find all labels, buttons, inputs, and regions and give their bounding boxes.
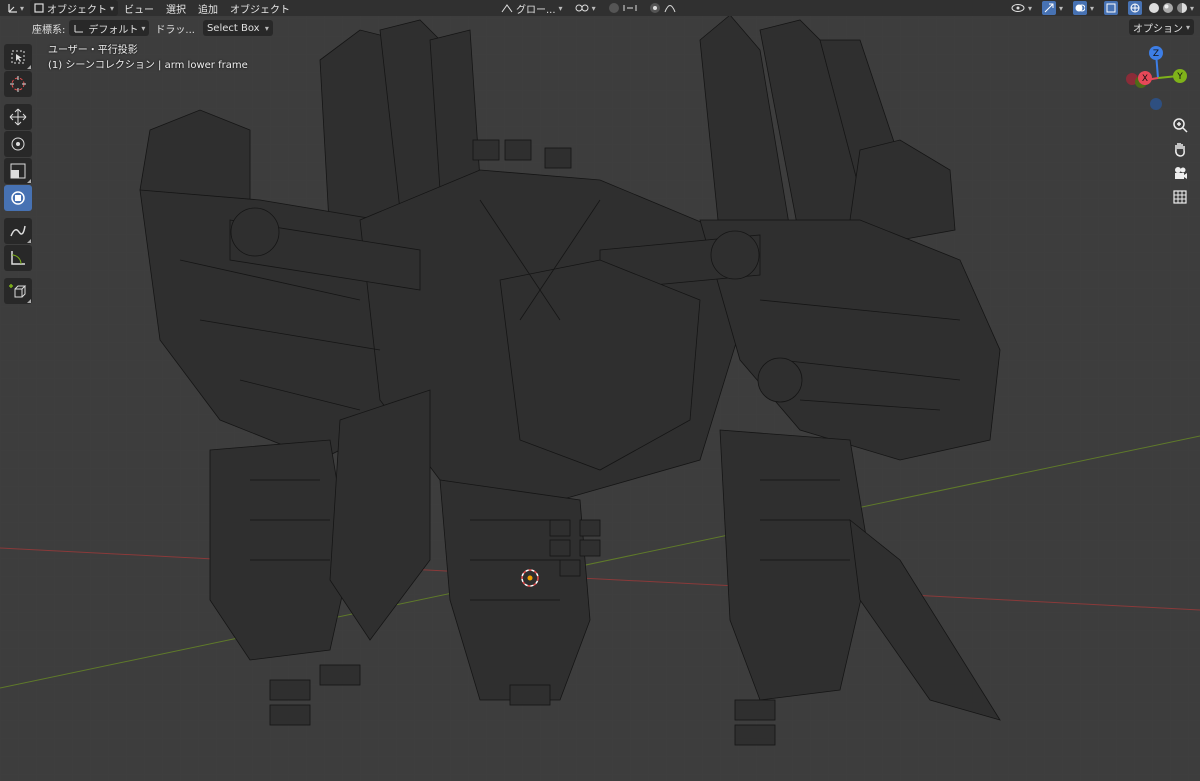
overlay-icon	[1072, 1, 1087, 15]
3d-viewport[interactable]	[0, 0, 1200, 781]
shading-wireframe[interactable]	[1124, 0, 1146, 16]
menu-view[interactable]: ビュー	[118, 0, 160, 16]
tool-transform[interactable]	[4, 185, 32, 211]
tool-add-cube[interactable]	[4, 278, 32, 304]
chevron-down-icon: ▾	[1027, 3, 1032, 13]
tool-rotate[interactable]	[4, 131, 32, 157]
measure-icon	[11, 251, 25, 265]
navigation-buttons	[1169, 114, 1191, 208]
gizmo-neg-z-handle[interactable]	[1150, 98, 1162, 110]
chevron-down-icon: ▾	[1185, 22, 1190, 32]
snap-toggle[interactable]	[604, 0, 641, 16]
proportional-edit-toggle[interactable]	[645, 0, 680, 16]
select-box-icon	[11, 50, 25, 64]
camera-view-button[interactable]	[1169, 162, 1191, 184]
corner-indicator	[27, 239, 31, 243]
viewport-info: ユーザー・平行投影 (1) シーンコレクション | arm lower fram…	[48, 43, 248, 73]
zoom-icon	[1173, 118, 1188, 133]
orientation-label: グロー...	[516, 4, 556, 16]
tool-scale[interactable]	[4, 158, 32, 184]
gizmo-y-label: Y	[1176, 72, 1183, 82]
drag-dropdown[interactable]: Select Box ▾	[202, 20, 273, 36]
menu-select[interactable]: 選択	[160, 0, 192, 16]
object-mode-icon	[34, 3, 44, 13]
chevron-down-icon: ▾	[264, 23, 269, 33]
wireframe-shading-icon	[1127, 1, 1142, 15]
rotate-icon	[11, 137, 25, 151]
tool-annotate[interactable]	[4, 218, 32, 244]
chevron-down-icon: ▾	[1089, 3, 1094, 13]
editor-type-button[interactable]: ▾	[0, 0, 30, 16]
transform-controls: グロー... ▾ ▾	[497, 0, 680, 16]
snap-icon	[608, 3, 619, 13]
transform-icon	[11, 191, 25, 205]
falloff-icon	[664, 5, 676, 13]
pan-button[interactable]	[1169, 138, 1191, 160]
orientation-icon	[501, 4, 513, 13]
xray-icon	[1103, 1, 1118, 15]
gizmo-x-label: X	[1142, 74, 1148, 84]
proportional-icon	[649, 3, 660, 13]
tool-measure[interactable]	[4, 245, 32, 271]
gizmo-z-label: Z	[1153, 49, 1159, 59]
coord-label: 座標系:	[32, 24, 66, 36]
view-name: ユーザー・平行投影	[48, 45, 138, 56]
grid-icon	[1173, 190, 1187, 204]
tool-cursor[interactable]	[4, 71, 32, 97]
rendered-shading-icon[interactable]	[1176, 2, 1188, 14]
options-dropdown[interactable]: オプション ▾	[1128, 19, 1194, 35]
collection-info: (1) シーンコレクション | arm lower frame	[48, 60, 248, 71]
menu-add[interactable]: 追加	[192, 0, 224, 16]
camera-icon	[1175, 167, 1187, 179]
move-icon	[9, 108, 27, 126]
header-right-controls: ▾ ▾ ▾ ▾	[1007, 0, 1200, 16]
viewport-header: ▾ オブジェクト ▾ ビュー 選択 追加 オブジェクト グロー... ▾ ▾ ▾	[0, 0, 1200, 16]
cursor-icon	[10, 76, 26, 92]
coord-dropdown[interactable]: デフォルト ▾	[69, 20, 150, 36]
axis-icon	[8, 4, 17, 13]
overlay-toggle[interactable]: ▾	[1069, 0, 1098, 16]
zoom-button[interactable]	[1169, 114, 1191, 136]
scale-icon	[10, 163, 26, 179]
xray-toggle[interactable]	[1100, 0, 1122, 16]
transform-orientation-dropdown[interactable]: グロー... ▾	[497, 0, 567, 16]
chevron-down-icon: ▾	[558, 3, 563, 13]
perspective-toggle-button[interactable]	[1169, 186, 1191, 208]
gizmo-icon	[1041, 1, 1056, 15]
mode-label: オブジェクト	[47, 4, 108, 16]
chevron-down-icon: ▾	[20, 3, 25, 13]
corner-indicator	[27, 65, 31, 69]
chevron-down-icon: ▾	[1058, 3, 1063, 13]
snap-target-icon	[623, 5, 637, 11]
navigation-gizmo[interactable]: Z Y X	[1118, 40, 1198, 120]
drag-value: Select Box	[206, 22, 260, 34]
pivot-dropdown[interactable]: ▾	[571, 0, 600, 16]
coord-value: デフォルト	[88, 24, 139, 36]
annotate-icon	[10, 225, 26, 237]
orientation-icon	[74, 25, 84, 33]
material-shading-icon[interactable]	[1162, 2, 1174, 14]
menu-object[interactable]: オブジェクト	[224, 0, 296, 16]
tool-select-box[interactable]	[4, 44, 32, 70]
solid-shading-icon[interactable]	[1148, 2, 1160, 14]
mode-dropdown[interactable]: オブジェクト ▾	[30, 0, 119, 16]
chevron-down-icon: ▾	[141, 23, 146, 33]
hand-icon	[1175, 143, 1185, 157]
tool-header: 座標系: デフォルト ▾ ドラッ... Select Box ▾	[0, 16, 1200, 40]
drag-label: ドラッ...	[155, 24, 195, 36]
corner-indicator	[27, 179, 31, 183]
tool-shelf	[4, 44, 34, 304]
link-icon	[575, 4, 589, 12]
eye-icon	[1011, 4, 1025, 12]
gizmo-toggle[interactable]: ▾	[1038, 0, 1067, 16]
add-cube-icon	[9, 284, 27, 298]
corner-indicator	[27, 299, 31, 303]
tool-move[interactable]	[4, 104, 32, 130]
chevron-down-icon[interactable]: ▾	[1190, 4, 1194, 13]
visibility-dropdown[interactable]: ▾	[1007, 0, 1036, 16]
chevron-down-icon: ▾	[591, 3, 596, 13]
chevron-down-icon: ▾	[110, 3, 115, 13]
options-label: オプション	[1132, 23, 1183, 35]
